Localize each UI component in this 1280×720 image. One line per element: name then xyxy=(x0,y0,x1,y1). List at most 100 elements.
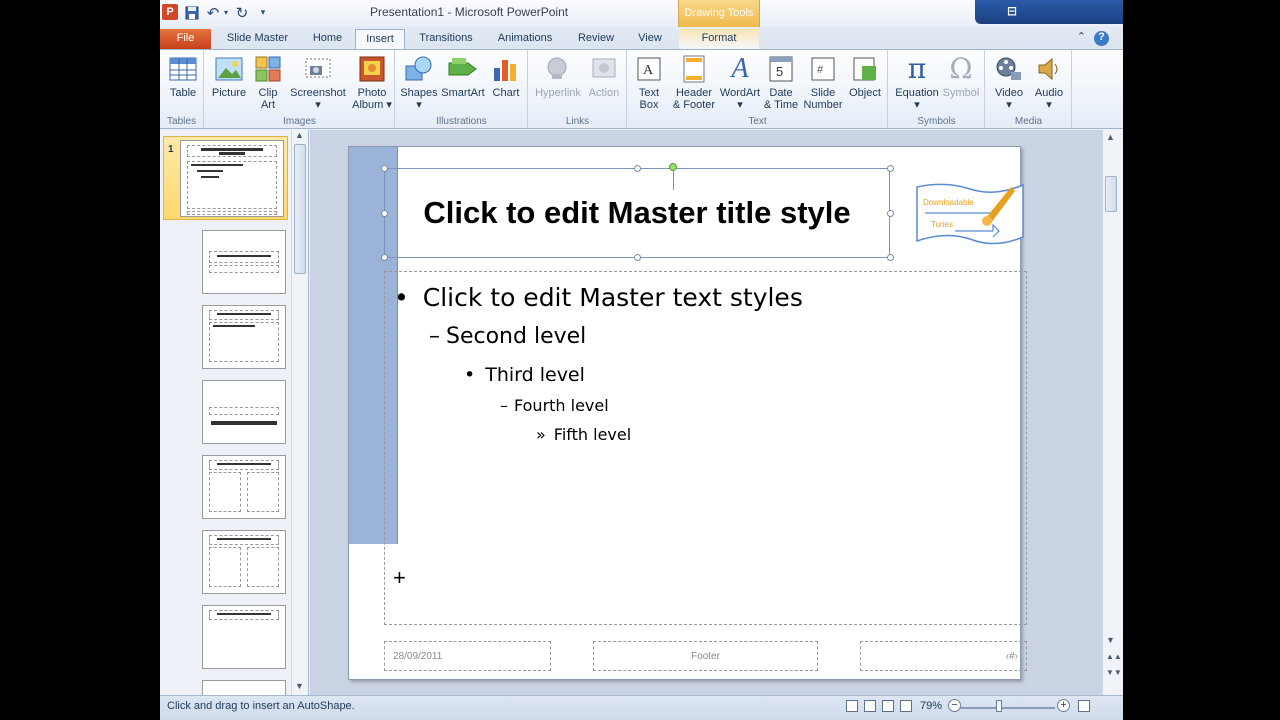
save-icon[interactable] xyxy=(184,4,200,21)
symbol-button[interactable]: Ω Symbol xyxy=(941,52,981,100)
thumbnail-layout-comparison[interactable] xyxy=(202,530,286,594)
fit-to-window-icon[interactable] xyxy=(1078,700,1090,712)
screenshot-button[interactable]: Screenshot ▾ xyxy=(289,54,347,111)
resize-handle[interactable] xyxy=(634,165,641,172)
smartart-button[interactable]: SmartArt xyxy=(440,54,486,99)
shapes-button[interactable]: Shapes ▾ xyxy=(400,54,438,111)
chart-button[interactable]: Chart xyxy=(488,54,524,99)
group-links-label: Links xyxy=(565,116,590,127)
text-level-4[interactable]: – Fourth level xyxy=(500,396,609,415)
slide-master[interactable]: Click to edit Master title style Downloa… xyxy=(348,146,1027,680)
text-level-5[interactable]: » Fifth level xyxy=(536,425,631,444)
resize-handle[interactable] xyxy=(887,210,894,217)
wordart-button[interactable]: A WordArt ▾ xyxy=(718,53,762,112)
previous-slide-icon[interactable]: ▲▲ xyxy=(1106,652,1122,661)
group-text-label: Text xyxy=(748,116,767,127)
text-level-3[interactable]: • Third level xyxy=(464,364,585,386)
slideshow-view-icon[interactable] xyxy=(900,700,912,712)
downloadable-tunes-logo[interactable]: Downloadable Tunes xyxy=(915,179,1025,249)
slide-number-button[interactable]: # Slide Number xyxy=(802,54,844,111)
text-level-2[interactable]: – Second level xyxy=(429,324,586,349)
window-controls[interactable]: ⊟ xyxy=(975,0,1123,24)
undo-icon[interactable]: ↶ xyxy=(206,4,220,22)
resize-handle[interactable] xyxy=(634,254,641,261)
reading-view-icon[interactable] xyxy=(882,700,894,712)
tab-animations[interactable]: Animations xyxy=(490,29,560,49)
audio-button[interactable]: Audio ▾ xyxy=(1030,54,1068,111)
zoom-level[interactable]: 79% xyxy=(920,700,942,712)
clip-art-icon xyxy=(253,54,283,84)
tab-view[interactable]: View xyxy=(630,29,670,49)
group-media: Video ▾ Audio ▾ Media xyxy=(986,50,1072,128)
scroll-down-arrow-icon[interactable]: ▼ xyxy=(295,681,304,691)
body-text-placeholder[interactable]: • Click to edit Master text styles – Secon… xyxy=(384,271,1027,625)
thumbnail-layout-blank[interactable] xyxy=(202,680,286,695)
customize-qat-icon[interactable]: ▾ xyxy=(258,4,268,21)
zoom-slider[interactable] xyxy=(960,707,1055,709)
scrollbar-thumb[interactable] xyxy=(1105,176,1117,212)
action-button[interactable]: Action xyxy=(585,54,623,99)
minimize-ribbon-icon[interactable]: ⌃ xyxy=(1077,31,1086,43)
zoom-in-icon[interactable]: + xyxy=(1057,699,1070,712)
tab-insert[interactable]: Insert xyxy=(355,29,405,49)
object-icon xyxy=(850,54,880,84)
text-level-1[interactable]: • Click to edit Master text styles xyxy=(394,283,803,312)
photo-album-button[interactable]: Photo Album ▾ xyxy=(352,54,392,111)
rotation-handle[interactable] xyxy=(669,163,677,171)
omega-icon: Ω xyxy=(949,52,973,85)
table-button[interactable]: Table xyxy=(166,54,200,99)
object-button[interactable]: Object xyxy=(846,54,884,99)
scroll-up-arrow-icon[interactable]: ▲ xyxy=(1106,132,1115,142)
thumbnail-layout-section[interactable] xyxy=(202,380,286,444)
tab-transitions[interactable]: Transitions xyxy=(412,29,480,49)
thumbnail-scrollbar[interactable]: ▲ ▼ xyxy=(291,130,308,695)
slide-number-placeholder[interactable]: ‹#› xyxy=(860,641,1027,671)
clip-art-button[interactable]: Clip Art xyxy=(253,54,283,111)
tab-review[interactable]: Review xyxy=(570,29,622,49)
tab-home[interactable]: Home xyxy=(305,29,350,49)
ribbon: Table Tables Picture Clip Art Screenshot… xyxy=(160,49,1123,129)
header-footer-button[interactable]: Header & Footer xyxy=(670,54,718,111)
minimize-icon[interactable]: ⊟ xyxy=(1007,4,1017,18)
thumbnail-layout-title[interactable] xyxy=(202,230,286,294)
chart-icon xyxy=(491,54,521,84)
wordart-icon: A xyxy=(731,53,749,84)
normal-view-icon[interactable] xyxy=(846,700,858,712)
scrollbar-thumb[interactable] xyxy=(294,144,306,274)
resize-handle[interactable] xyxy=(887,165,894,172)
picture-button[interactable]: Picture xyxy=(211,54,247,99)
date-placeholder[interactable]: 28/09/2011 xyxy=(384,641,551,671)
scroll-up-arrow-icon[interactable]: ▲ xyxy=(295,130,304,140)
resize-handle[interactable] xyxy=(381,165,388,172)
resize-handle[interactable] xyxy=(887,254,894,261)
undo-dropdown-icon[interactable]: ▾ xyxy=(222,4,230,21)
header-footer-icon xyxy=(679,54,709,84)
slide-sorter-view-icon[interactable] xyxy=(864,700,876,712)
tab-file[interactable]: File xyxy=(160,29,211,49)
title-text[interactable]: Click to edit Master title style xyxy=(417,194,857,232)
scroll-down-arrow-icon[interactable]: ▼ xyxy=(1106,635,1115,645)
thumbnail-master[interactable] xyxy=(180,140,284,217)
equation-button[interactable]: π Equation ▾ xyxy=(893,54,941,112)
tab-slide-master[interactable]: Slide Master xyxy=(220,29,295,49)
thumbnail-layout-title-only[interactable] xyxy=(202,605,286,669)
footer-placeholder[interactable]: Footer xyxy=(593,641,818,671)
powerpoint-app-icon[interactable]: P xyxy=(162,4,178,20)
group-images: Picture Clip Art Screenshot ▾ Photo Albu… xyxy=(205,50,395,128)
next-slide-icon[interactable]: ▼▼ xyxy=(1106,668,1122,677)
hyperlink-button[interactable]: Hyperlink xyxy=(533,54,583,99)
title-placeholder[interactable]: Click to edit Master title style xyxy=(381,163,894,261)
thumbnail-layout-two-content[interactable] xyxy=(202,455,286,519)
zoom-out-icon[interactable]: − xyxy=(948,699,961,712)
resize-handle[interactable] xyxy=(381,210,388,217)
tab-format[interactable]: Format xyxy=(679,29,759,49)
thumbnail-layout-content[interactable] xyxy=(202,305,286,369)
text-box-button[interactable]: A Text Box xyxy=(632,54,666,111)
help-icon[interactable]: ? xyxy=(1094,31,1109,46)
canvas-scrollbar[interactable]: ▲ ▼ ▲▲ ▼▼ xyxy=(1102,130,1122,695)
zoom-slider-knob[interactable] xyxy=(996,700,1002,712)
redo-icon[interactable]: ↻ xyxy=(235,4,249,22)
video-button[interactable]: Video ▾ xyxy=(990,54,1028,111)
resize-handle[interactable] xyxy=(381,254,388,261)
date-time-button[interactable]: 5 Date & Time xyxy=(762,54,800,111)
